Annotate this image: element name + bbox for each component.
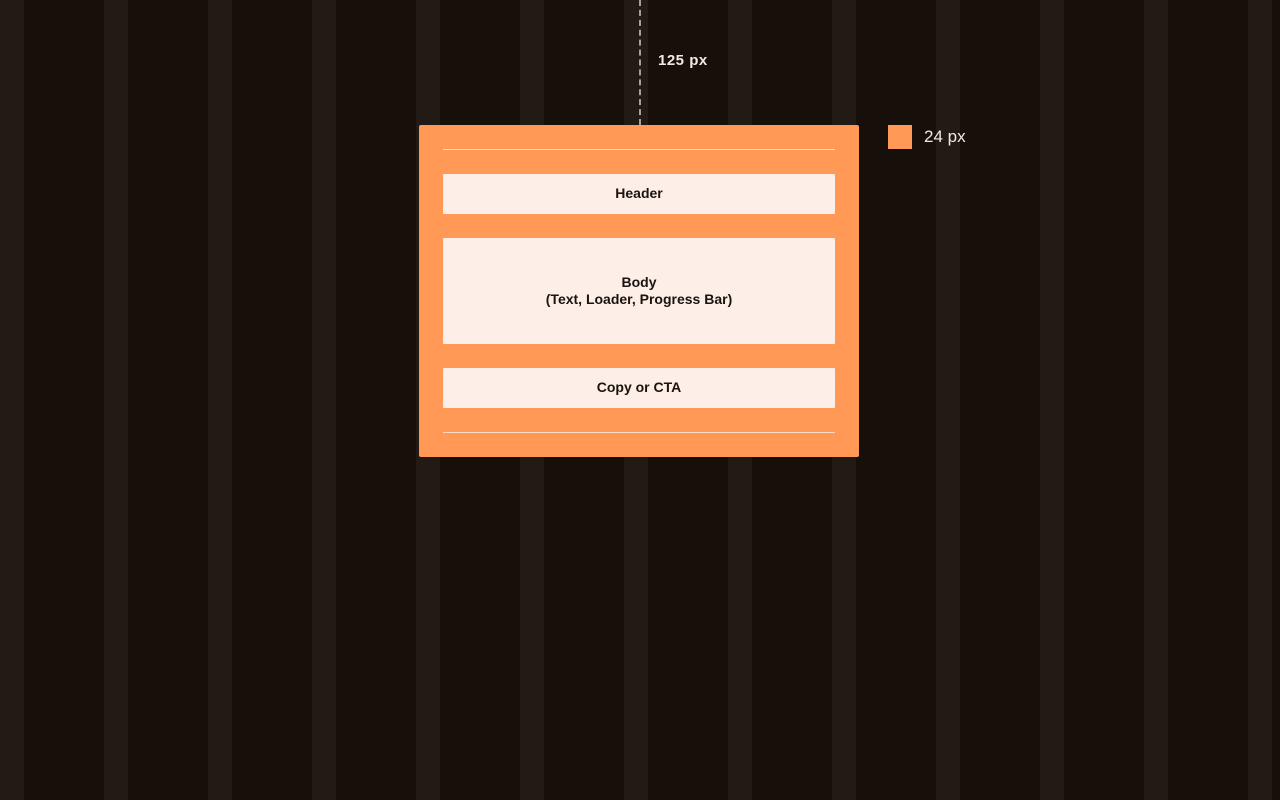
padding-legend: 24 px (888, 125, 966, 149)
top-offset-guide (639, 0, 641, 125)
top-offset-label: 125 px (658, 52, 708, 69)
padding-swatch (888, 125, 912, 149)
bottom-rule (443, 432, 835, 433)
modal-layout-card: Header Body (Text, Loader, Progress Bar)… (419, 125, 859, 457)
header-slot: Header (443, 174, 835, 214)
padding-legend-label: 24 px (924, 127, 966, 147)
top-rule (443, 149, 835, 150)
cta-slot: Copy or CTA (443, 368, 835, 408)
body-slot: Body (Text, Loader, Progress Bar) (443, 238, 835, 344)
